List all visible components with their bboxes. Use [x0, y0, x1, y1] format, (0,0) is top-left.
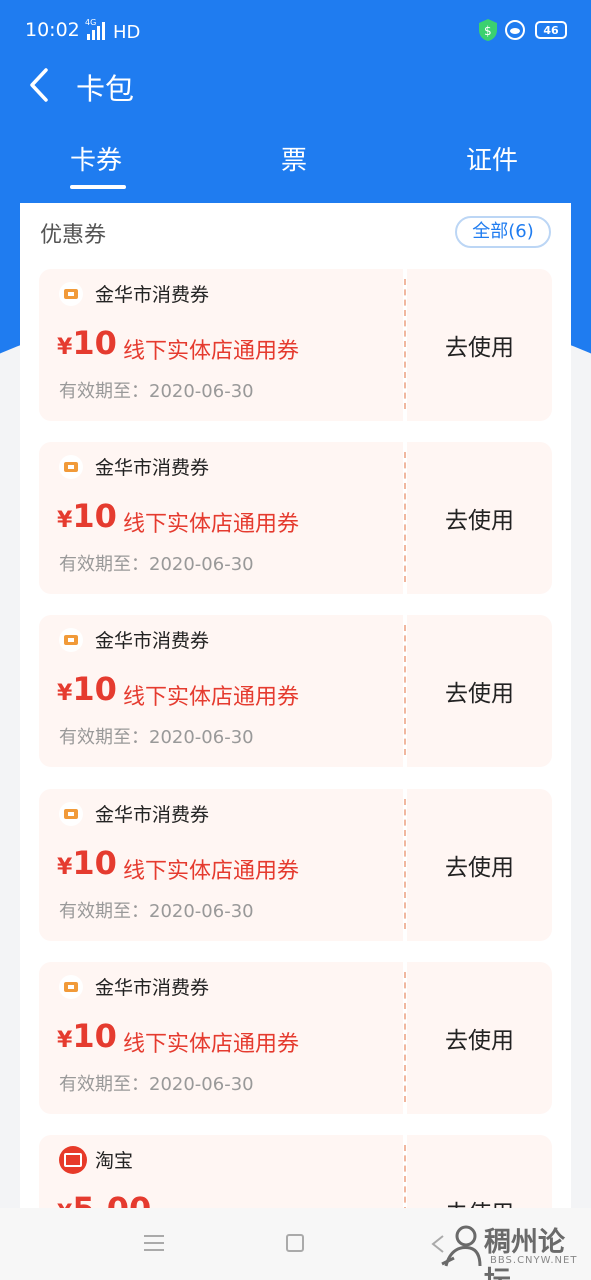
coupon-name: 线下实体店通用券 — [123, 512, 300, 537]
coupon-side: 去使用 — [407, 789, 552, 941]
hd-label: HD — [113, 22, 140, 43]
coupon-amount: 10 — [72, 324, 117, 362]
coupon-divider — [404, 625, 406, 755]
coupon-name: 线下实体店通用券 — [123, 859, 300, 884]
coupon-divider — [404, 799, 406, 929]
coupon-name: 线下实体店通用券 — [123, 685, 300, 710]
coupon-main: 金华市消费券 ¥10 线下实体店通用券 有效期至：2020-06-30 — [39, 269, 403, 421]
taobao-icon — [59, 1146, 87, 1174]
coupon-merchant: 金华市消费券 — [95, 630, 210, 652]
watermark: 稠州论坛 BBS.CNYW.NET — [440, 1220, 590, 1280]
coupon-amount: 10 — [72, 844, 117, 882]
coupon-price: ¥10 — [57, 670, 117, 708]
use-coupon-button[interactable]: 去使用 — [407, 789, 552, 941]
coupon-main: 金华市消费券 ¥10 线下实体店通用券 有效期至：2020-06-30 — [39, 615, 403, 767]
coupon-divider — [404, 452, 406, 582]
coupon-main: 金华市消费券 ¥10 线下实体店通用券 有效期至：2020-06-30 — [39, 442, 403, 594]
coupon-card[interactable]: 金华市消费券 ¥10 线下实体店通用券 有效期至：2020-06-30 去使用 — [39, 789, 552, 941]
network-label: 4G — [85, 18, 96, 27]
coupon-price: ¥10 — [57, 497, 117, 535]
tab-tickets[interactable]: 票 — [281, 140, 307, 177]
coupon-expiry: 有效期至：2020-06-30 — [59, 901, 254, 922]
status-time: 10:02 — [25, 19, 80, 41]
tab-ids[interactable]: 证件 — [466, 140, 518, 177]
watermark-text: 稠州论坛 — [484, 1227, 565, 1280]
signal-icon: 4G HD — [85, 18, 140, 43]
battery-icon: 46 — [535, 21, 567, 39]
svg-text:$: $ — [484, 24, 492, 38]
coupon-merchant: 金华市消费券 — [95, 284, 210, 306]
coupon-divider — [404, 279, 406, 409]
tab-indicator — [70, 185, 126, 189]
coupon-merchant: 金华市消费券 — [95, 804, 210, 826]
coupon-main: 金华市消费券 ¥10 线下实体店通用券 有效期至：2020-06-30 — [39, 962, 403, 1114]
coupon-card[interactable]: 金华市消费券 ¥10 线下实体店通用券 有效期至：2020-06-30 去使用 — [39, 962, 552, 1114]
forum-logo-icon — [441, 1225, 482, 1267]
coupon-expiry: 有效期至：2020-06-30 — [59, 381, 254, 402]
ticket-icon — [59, 282, 83, 306]
coupon-amount: 10 — [72, 670, 117, 708]
coupon-price: ¥10 — [57, 1017, 117, 1055]
coupon-currency: ¥ — [57, 855, 73, 880]
use-coupon-button[interactable]: 去使用 — [407, 962, 552, 1114]
system-nav-bar: 稠州论坛 BBS.CNYW.NET — [0, 1208, 591, 1280]
filter-all-button[interactable]: 全部(6) — [455, 216, 551, 248]
coupon-amount: 10 — [72, 497, 117, 535]
coupon-merchant: 金华市消费券 — [95, 977, 210, 999]
ticket-icon — [59, 975, 83, 999]
coupon-side: 去使用 — [407, 269, 552, 421]
coupon-price: ¥10 — [57, 844, 117, 882]
home-icon[interactable] — [286, 1234, 304, 1252]
coupon-name: 线下实体店通用券 — [123, 339, 300, 364]
coupon-main: 金华市消费券 ¥10 线下实体店通用券 有效期至：2020-06-30 — [39, 789, 403, 941]
ticket-icon — [59, 802, 83, 826]
use-coupon-button[interactable]: 去使用 — [407, 442, 552, 594]
coupon-expiry: 有效期至：2020-06-30 — [59, 554, 254, 575]
back-button[interactable] — [22, 62, 62, 108]
coupon-currency: ¥ — [57, 681, 73, 706]
shield-icon: $ — [479, 19, 497, 41]
coupon-card[interactable]: 金华市消费券 ¥10 线下实体店通用券 有效期至：2020-06-30 去使用 — [39, 615, 552, 767]
coupon-panel: 优惠券 全部(6) 金华市消费券 ¥10 线下实体店通用券 有效期至：2020-… — [20, 203, 571, 1280]
coupon-card[interactable]: 金华市消费券 ¥10 线下实体店通用券 有效期至：2020-06-30 去使用 — [39, 269, 552, 421]
coupon-side: 去使用 — [407, 442, 552, 594]
tab-coupons[interactable]: 卡券 — [70, 140, 122, 177]
coupon-currency: ¥ — [57, 1028, 73, 1053]
status-icons: $ 46 — [477, 18, 567, 42]
coupon-expiry: 有效期至：2020-06-30 — [59, 727, 254, 748]
coupon-divider — [404, 972, 406, 1102]
ticket-icon — [59, 628, 83, 652]
coupon-merchant: 淘宝 — [95, 1150, 134, 1172]
vpn-icon — [505, 20, 525, 40]
menu-icon[interactable] — [144, 1235, 164, 1251]
coupon-side: 去使用 — [407, 962, 552, 1114]
use-coupon-button[interactable]: 去使用 — [407, 615, 552, 767]
coupon-card[interactable]: 金华市消费券 ¥10 线下实体店通用券 有效期至：2020-06-30 去使用 — [39, 442, 552, 594]
section-title: 优惠券 — [40, 223, 107, 248]
coupon-price: ¥10 — [57, 324, 117, 362]
watermark-url: BBS.CNYW.NET — [490, 1255, 578, 1266]
coupon-currency: ¥ — [57, 508, 73, 533]
screen: 10:02 4G HD $ 46 卡包 卡券 票 证件 优惠券 全部(6) 金华… — [0, 0, 591, 1280]
ticket-icon — [59, 455, 83, 479]
coupon-merchant: 金华市消费券 — [95, 457, 210, 479]
status-bar: 10:02 4G HD $ 46 — [0, 0, 591, 60]
coupon-expiry: 有效期至：2020-06-30 — [59, 1074, 254, 1095]
page-title: 卡包 — [76, 72, 135, 106]
coupon-name: 线下实体店通用券 — [123, 1032, 300, 1057]
coupon-side: 去使用 — [407, 615, 552, 767]
coupon-amount: 10 — [72, 1017, 117, 1055]
use-coupon-button[interactable]: 去使用 — [407, 269, 552, 421]
coupon-currency: ¥ — [57, 335, 73, 360]
